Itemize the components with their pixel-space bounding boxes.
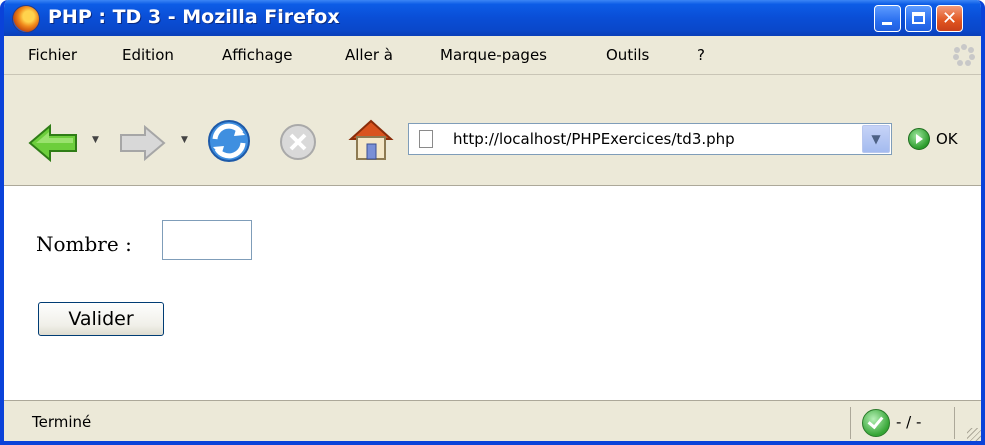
address-bar[interactable]: http://localhost/PHPExercices/td3.php ▼ — [408, 123, 892, 155]
browser-window: PHP : TD 3 - Mozilla Firefox ✕ Fichier E… — [0, 0, 985, 445]
menu-affichage[interactable]: Affichage — [222, 46, 292, 64]
back-arrow-icon[interactable] — [28, 123, 80, 163]
forward-arrow-icon[interactable] — [118, 125, 166, 161]
go-button[interactable]: OK — [936, 130, 958, 148]
reload-icon[interactable] — [204, 117, 254, 165]
window-title: PHP : TD 3 - Mozilla Firefox — [48, 6, 340, 28]
status-text: Terminé — [32, 413, 92, 431]
stop-icon[interactable] — [278, 122, 318, 162]
status-divider — [850, 407, 851, 439]
back-dropdown-icon[interactable]: ▼ — [92, 135, 99, 145]
nombre-input[interactable] — [162, 220, 252, 260]
status-bar: Terminé - / - — [4, 400, 981, 441]
title-bar[interactable]: PHP : TD 3 - Mozilla Firefox ✕ — [4, 0, 981, 36]
maximize-button[interactable] — [905, 5, 932, 32]
menu-marque-pages[interactable]: Marque-pages — [440, 46, 547, 64]
nombre-label: Nombre : — [36, 232, 132, 256]
resize-grip-icon[interactable] — [967, 428, 981, 441]
minimize-icon — [882, 22, 892, 25]
firefox-logo-icon — [12, 5, 40, 33]
menu-edition[interactable]: Edition — [122, 46, 174, 64]
valider-button[interactable]: Valider — [38, 302, 164, 336]
menu-fichier[interactable]: Fichier — [28, 46, 77, 64]
minimize-button[interactable] — [874, 5, 901, 32]
go-icon[interactable] — [908, 128, 930, 150]
menu-outils[interactable]: Outils — [606, 46, 649, 64]
throbber-icon — [953, 44, 975, 66]
forward-dropdown-icon[interactable]: ▼ — [181, 135, 188, 145]
status-zone: - / - — [896, 413, 922, 431]
maximize-icon — [912, 12, 925, 24]
page-icon — [419, 130, 433, 148]
status-divider — [954, 407, 955, 439]
menu-aller-a[interactable]: Aller à — [345, 46, 393, 64]
menu-help[interactable]: ? — [697, 46, 705, 64]
navigation-toolbar: ▼ ▼ http://localhost/PHPExercices/td3.ph… — [4, 75, 981, 186]
url-history-dropdown[interactable]: ▼ — [862, 125, 890, 153]
page-content: Nombre : Valider — [4, 186, 981, 400]
status-ok-icon — [862, 409, 890, 437]
url-input[interactable]: http://localhost/PHPExercices/td3.php — [453, 130, 735, 148]
menu-bar: Fichier Edition Affichage Aller à Marque… — [4, 36, 981, 75]
close-icon: ✕ — [941, 8, 958, 29]
close-button[interactable]: ✕ — [936, 5, 963, 32]
home-icon[interactable] — [348, 117, 394, 163]
